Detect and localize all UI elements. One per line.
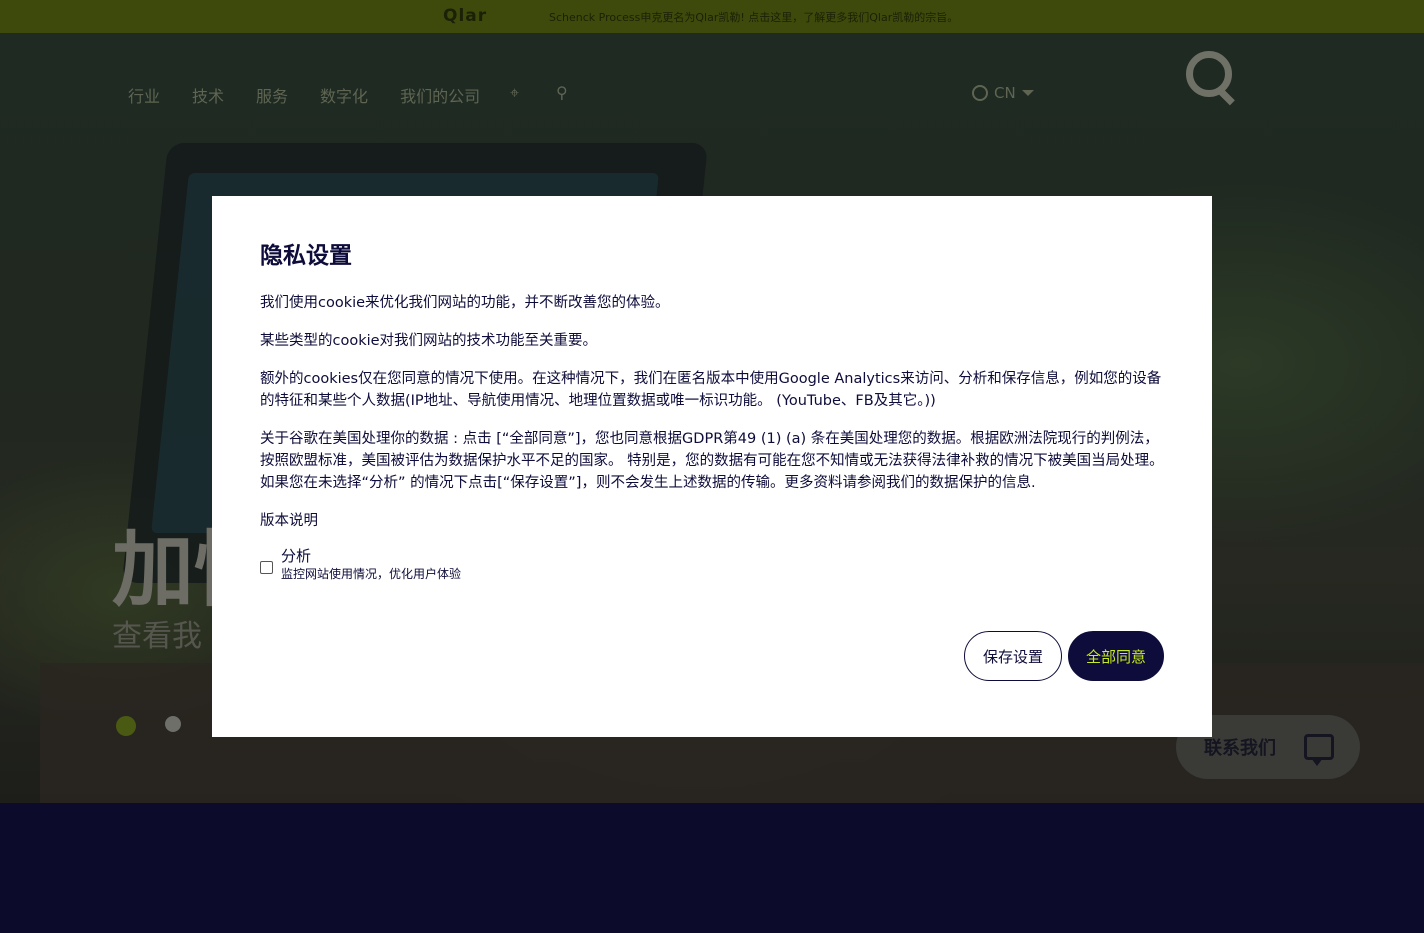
dialog-title: 隐私设置 [260, 243, 352, 269]
analytics-label: 分析 [281, 547, 312, 565]
language-label: CN [994, 84, 1016, 102]
search-icon[interactable]: ⚲ [556, 83, 568, 102]
edition-notes-link[interactable]: 版本说明 [260, 510, 1164, 532]
dark-section [0, 803, 1424, 933]
chat-icon [1304, 734, 1334, 766]
language-selector[interactable]: CN [972, 84, 1034, 102]
analytics-description: 监控网站使用情况，优化用户体验 [281, 567, 462, 581]
dialog-paragraph: 某些类型的cookie对我们网站的技术功能至关重要。 [260, 333, 598, 349]
announcement-bar[interactable]: Qlar Schenck Process申克更名为Qlar凯勒! 点击这里，了解… [0, 0, 1424, 33]
dialog-paragraph: 我们使用cookie来优化我们网站的功能，并不断改善您的体验。 [260, 295, 670, 311]
globe-icon [972, 85, 988, 101]
carousel-dot[interactable] [165, 716, 181, 732]
privacy-settings-dialog: 隐私设置 我们使用cookie来优化我们网站的功能，并不断改善您的体验。 某些类… [212, 196, 1212, 737]
chevron-down-icon [1021, 90, 1034, 96]
qlar-logo[interactable] [1186, 51, 1232, 97]
nav-item-industry[interactable]: 行业 [128, 83, 160, 107]
location-pin-icon[interactable]: ⌖ [510, 83, 519, 103]
dialog-buttons: 保存设置 全部同意 [964, 631, 1164, 681]
announcement-message[interactable]: Schenck Process申克更名为Qlar凯勒! 点击这里，了解更多我们Q… [549, 9, 958, 25]
nav-item-technology[interactable]: 技术 [192, 83, 224, 107]
contact-us-label: 联系我们 [1204, 738, 1276, 759]
carousel-dot-active[interactable] [116, 716, 136, 736]
dialog-paragraph: 额外的cookies仅在您同意的情况下使用。在这种情况下，我们在匿名版本中使用G… [260, 371, 1162, 409]
announcement-brand-logo: Qlar [443, 6, 488, 26]
save-settings-button[interactable]: 保存设置 [964, 631, 1062, 681]
nav-item-digital[interactable]: 数字化 [320, 83, 368, 107]
accept-all-button[interactable]: 全部同意 [1068, 631, 1164, 681]
dialog-paragraph: 关于谷歌在美国处理你的数据 : 点击 [“全部同意”]，您也同意根据GDPR第4… [260, 431, 1164, 491]
main-nav: 行业 技术 服务 数字化 我们的公司 [128, 83, 480, 107]
hero-subtitle: 查看我 [112, 619, 202, 654]
analytics-option: 分析 监控网站使用情况，优化用户体验 [260, 546, 1164, 582]
analytics-checkbox[interactable] [260, 561, 273, 574]
nav-item-service[interactable]: 服务 [256, 83, 288, 107]
nav-item-company[interactable]: 我们的公司 [400, 83, 480, 107]
